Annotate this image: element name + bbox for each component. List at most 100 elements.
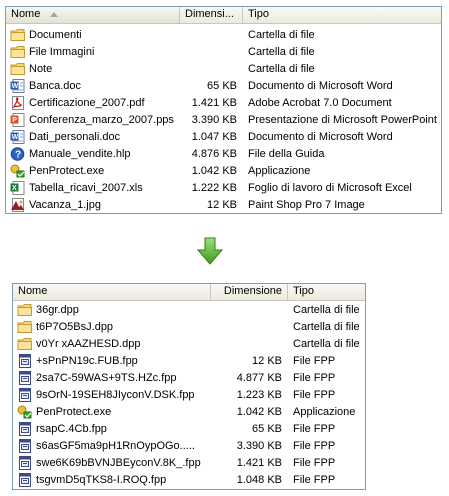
column-header-row: Nome Dimensione Tipo — [13, 284, 365, 301]
file-type: File FPP — [293, 456, 336, 469]
file-row[interactable]: Vacanza_1.jpg 12 KB Paint Shop Pro 7 Image — [6, 196, 441, 213]
column-header-name-label: Nome — [11, 8, 41, 20]
file-row[interactable]: +sPnPN19c.FUB.fpp 12 KB File FPP — [13, 352, 365, 369]
file-row[interactable]: File Immagini Cartella di file — [6, 43, 441, 60]
file-row[interactable]: ? Manuale_vendite.hlp 4.876 KB File della G… — [6, 145, 441, 162]
file-size: 65 KB — [207, 79, 237, 92]
file-row[interactable]: X Tabella_ricavi_2007.xls 1.222 KB Foglio d… — [6, 179, 441, 196]
file-size: 1.421 KB — [236, 456, 282, 469]
file-name-cell: ? Manuale_vendite.hlp — [6, 146, 180, 161]
file-type: File FPP — [293, 371, 336, 384]
file-row[interactable]: Note Cartella di file — [6, 60, 441, 77]
file-name: Note — [29, 62, 53, 75]
file-type: Applicazione — [293, 405, 356, 418]
file-name-cell: PenProtect.exe — [13, 405, 211, 419]
file-size: 1.042 KB — [191, 164, 237, 177]
file-row[interactable]: PenProtect.exe 1.042 KB Applicazione — [13, 403, 365, 420]
file-type: Foglio di lavoro di Microsoft Excel — [248, 181, 412, 194]
file-row[interactable]: rsapC.4Cb.fpp 65 KB File FPP — [13, 420, 365, 437]
file-size: 1.047 KB — [191, 130, 237, 143]
file-row[interactable]: PenProtect.exe 1.042 KB Applicazione — [6, 162, 441, 179]
fpp-file-icon — [17, 438, 33, 453]
file-type: File FPP — [293, 473, 336, 486]
column-header-row: Nome Dimensi... Tipo — [6, 7, 441, 24]
file-name: Certificazione_2007.pdf — [29, 96, 145, 109]
svg-text:W: W — [12, 134, 19, 141]
file-row[interactable]: 36gr.dpp Cartella di file — [13, 301, 365, 318]
file-row[interactable]: s6asGF5ma9pH1RnOypOGo..... 3.390 KB File F… — [13, 437, 365, 454]
word-doc-icon: W — [10, 129, 26, 144]
fpp-file-icon — [17, 370, 33, 385]
word-doc-icon: W — [10, 78, 26, 93]
column-header-type-label: Tipo — [248, 8, 269, 20]
file-name-cell: P Conferenza_marzo_2007.pps — [6, 112, 180, 127]
file-row[interactable]: tsgvmD5qTKS8-I.ROQ.fpp 1.048 KB File FPP — [13, 471, 365, 488]
file-name: +sPnPN19c.FUB.fpp — [36, 354, 138, 367]
column-header-size[interactable]: Dimensione — [211, 284, 288, 300]
file-type: Cartella di file — [248, 45, 315, 58]
column-header-size-label: Dimensi... — [185, 8, 234, 20]
column-header-type[interactable]: Tipo — [243, 7, 441, 23]
file-type: Cartella di file — [293, 337, 360, 350]
column-header-name[interactable]: Nome — [6, 7, 180, 23]
file-size: 12 KB — [252, 354, 282, 367]
file-name: Dati_personali.doc — [29, 130, 121, 143]
file-name: t6P7O5BsJ.dpp — [36, 320, 114, 333]
file-type: File FPP — [293, 422, 336, 435]
excel-icon: X — [10, 180, 26, 195]
file-name: 36gr.dpp — [36, 303, 79, 316]
file-size: 3.390 KB — [236, 439, 282, 452]
file-name: tsgvmD5qTKS8-I.ROQ.fpp — [36, 473, 167, 486]
column-header-name-label: Nome — [18, 285, 48, 297]
column-header-size[interactable]: Dimensi... — [180, 7, 243, 23]
file-name-cell: 9sOrN-19SEH8JIyconV.DSK.fpp — [13, 387, 211, 402]
folder-icon — [17, 337, 33, 351]
file-type: Documento di Microsoft Word — [248, 130, 393, 143]
file-row[interactable]: W Dati_personali.doc 1.047 KB Documento di … — [6, 128, 441, 145]
file-name: s6asGF5ma9pH1RnOypOGo..... — [36, 439, 195, 452]
app-icon — [10, 164, 26, 178]
column-header-name[interactable]: Nome — [13, 284, 211, 300]
file-name-cell: File Immagini — [6, 45, 180, 59]
svg-text:P: P — [12, 117, 17, 124]
file-type: Cartella di file — [293, 303, 360, 316]
file-name: PenProtect.exe — [36, 405, 112, 418]
column-header-size-label: Dimensione — [223, 285, 282, 297]
file-name: Banca.doc — [29, 79, 81, 92]
file-type: File della Guida — [248, 147, 325, 160]
file-name-cell: v0Yr xAAZHESD.dpp — [13, 337, 211, 351]
file-name-cell: Certificazione_2007.pdf — [6, 95, 180, 110]
file-rows: Documenti Cartella di file File Immagini Ca… — [6, 24, 441, 213]
file-type: File FPP — [293, 439, 336, 452]
file-name: Vacanza_1.jpg — [29, 198, 101, 211]
file-row[interactable]: 9sOrN-19SEH8JIyconV.DSK.fpp 1.223 KB File … — [13, 386, 365, 403]
file-name: 2sa7C-59WAS+9TS.HZc.fpp — [36, 371, 177, 384]
file-row[interactable]: t6P7O5BsJ.dpp Cartella di file — [13, 318, 365, 335]
fpp-file-icon — [17, 472, 33, 487]
file-row[interactable]: swe6K69bBVNJBEyconV.8K_.fpp 1.421 KB File … — [13, 454, 365, 471]
svg-text:W: W — [12, 83, 19, 90]
folder-icon — [17, 320, 33, 334]
file-name-cell: rsapC.4Cb.fpp — [13, 421, 211, 436]
file-name: PenProtect.exe — [29, 164, 105, 177]
file-row[interactable]: P Conferenza_marzo_2007.pps 3.390 KB Presen… — [6, 111, 441, 128]
file-row[interactable]: v0Yr xAAZHESD.dpp Cartella di file — [13, 335, 365, 352]
file-name-cell: tsgvmD5qTKS8-I.ROQ.fpp — [13, 472, 211, 487]
file-type: Paint Shop Pro 7 Image — [248, 198, 365, 211]
file-name: v0Yr xAAZHESD.dpp — [36, 337, 141, 350]
file-row[interactable]: 2sa7C-59WAS+9TS.HZc.fpp 4.877 KB File FPP — [13, 369, 365, 386]
file-type: Cartella di file — [293, 320, 360, 333]
file-size: 3.390 KB — [191, 113, 237, 126]
file-type: Presentazione di Microsoft PowerPoint — [248, 113, 437, 126]
svg-text:?: ? — [15, 149, 21, 160]
file-name: Conferenza_marzo_2007.pps — [29, 113, 174, 126]
folder-icon — [10, 28, 26, 42]
file-size: 1.223 KB — [236, 388, 282, 401]
file-row[interactable]: Certificazione_2007.pdf 1.421 KB Adobe Acr… — [6, 94, 441, 111]
file-name: Tabella_ricavi_2007.xls — [29, 181, 143, 194]
column-header-type[interactable]: Tipo — [288, 284, 365, 300]
file-row[interactable]: Documenti Cartella di file — [6, 26, 441, 43]
file-row[interactable]: W Banca.doc 65 KB Documento di Microsoft Wo… — [6, 77, 441, 94]
file-name-cell: swe6K69bBVNJBEyconV.8K_.fpp — [13, 455, 211, 470]
file-list-after: Nome Dimensione Tipo 36gr.dpp Cartella di… — [12, 283, 366, 490]
